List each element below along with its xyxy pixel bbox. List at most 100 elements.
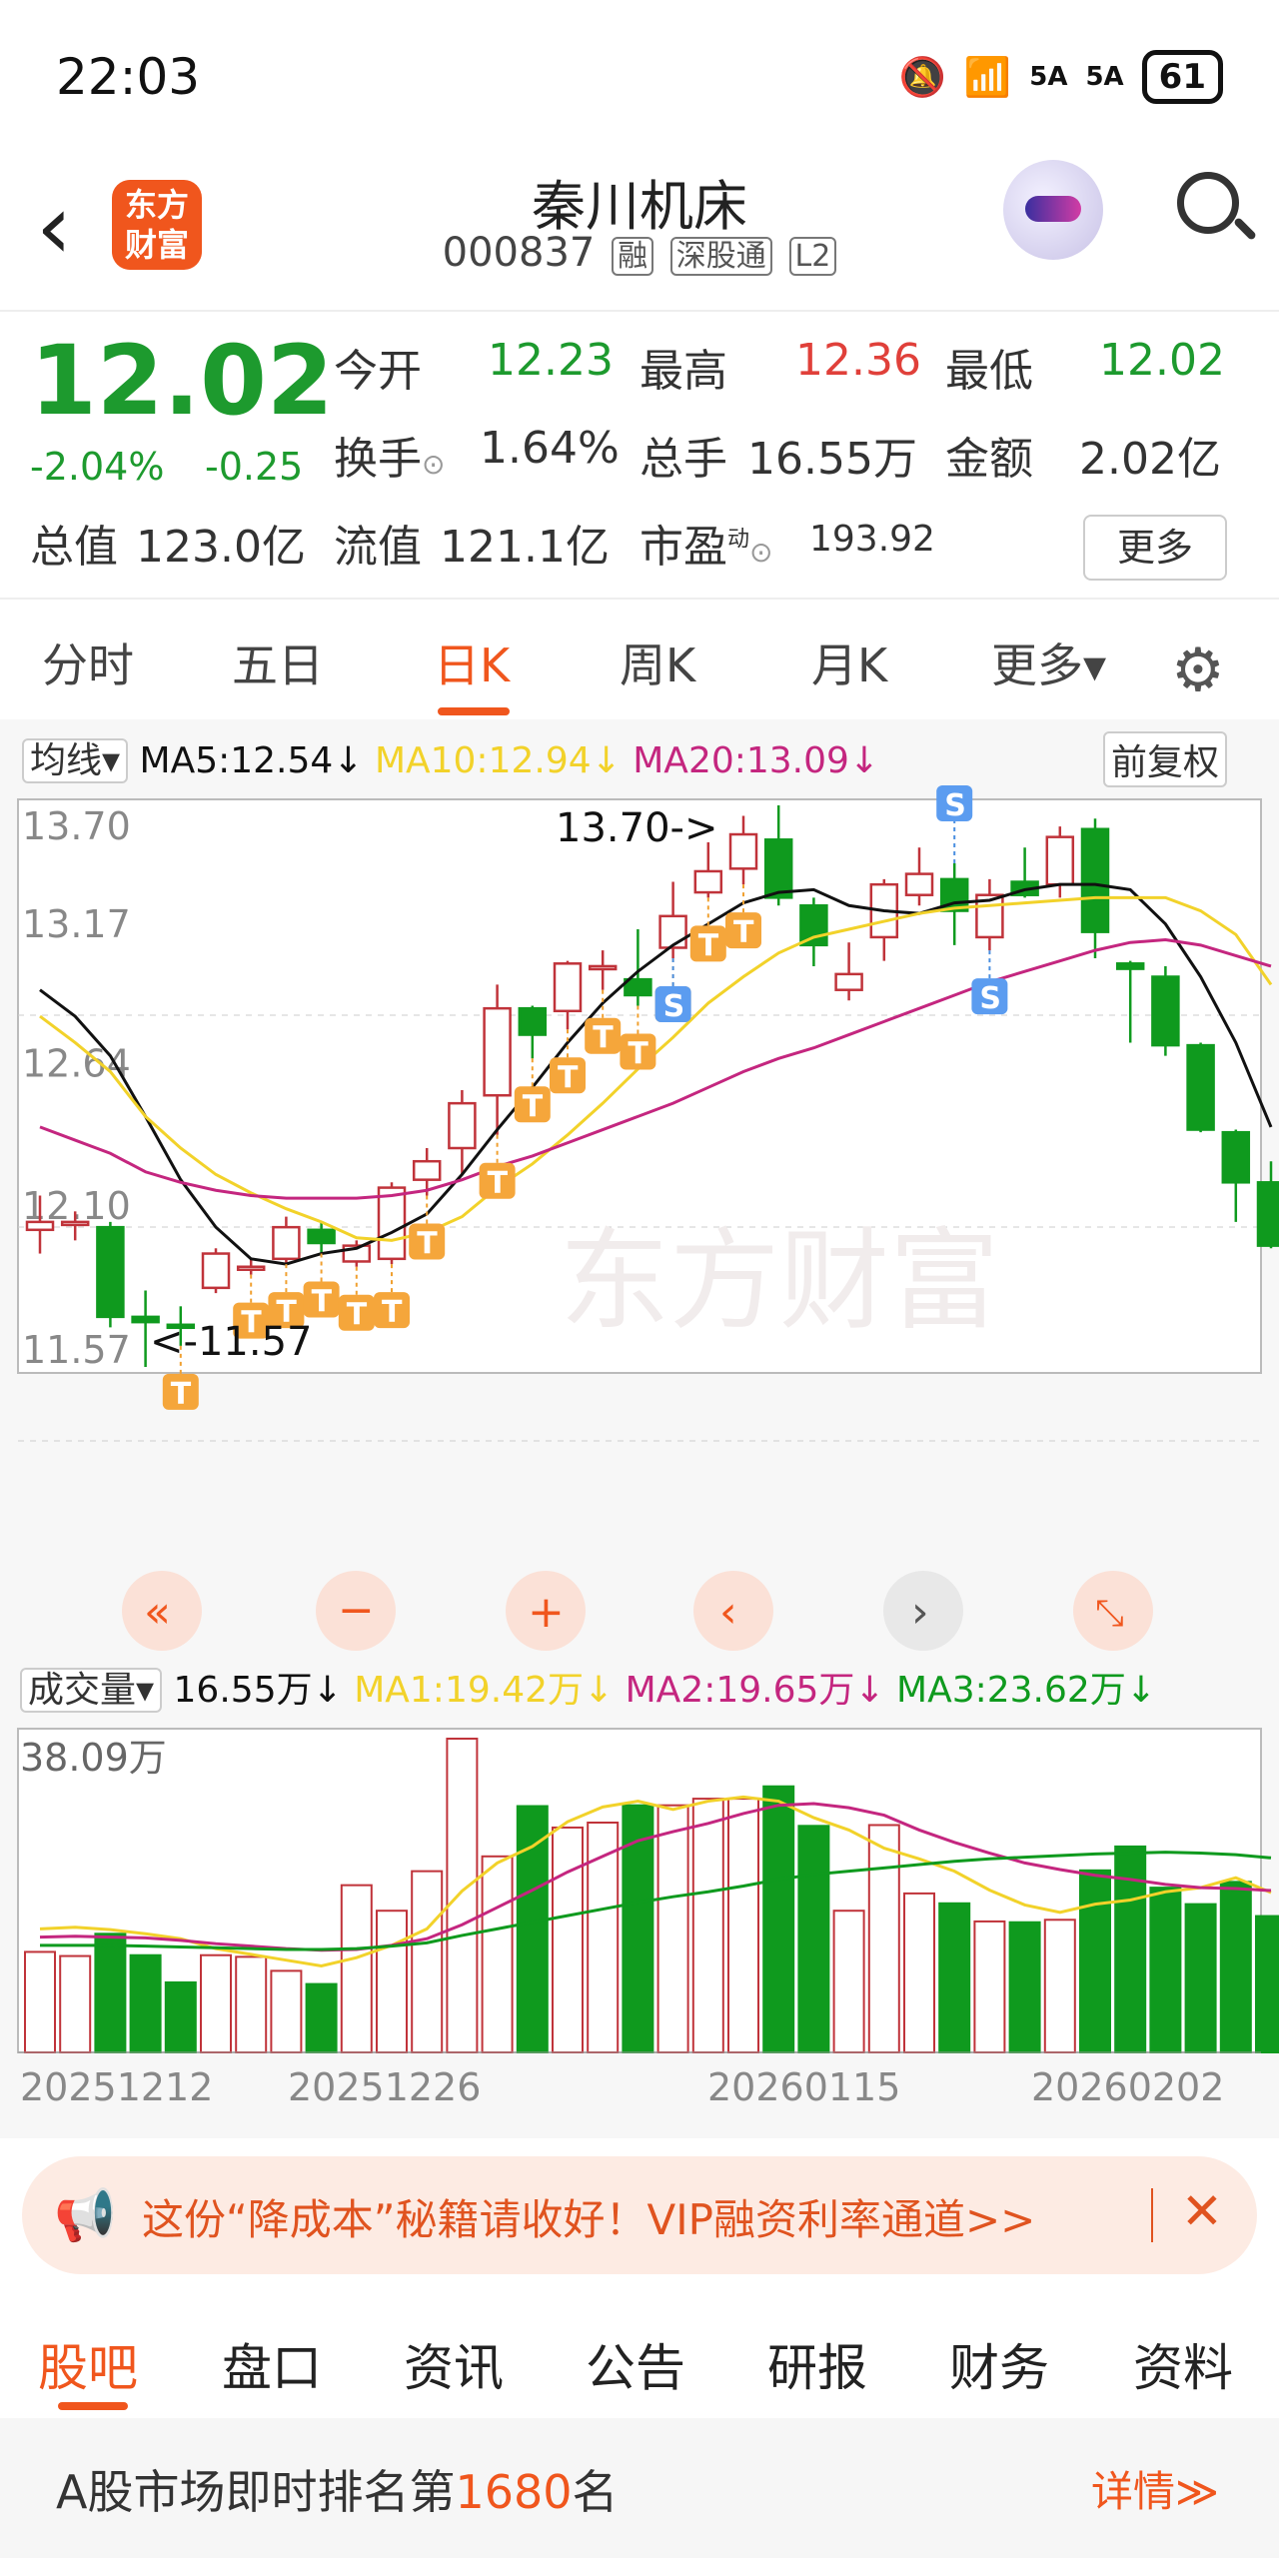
float-value: 121.1亿 xyxy=(440,522,610,573)
tab-financials[interactable]: 财务 xyxy=(949,2328,1049,2400)
volume-bar xyxy=(727,1798,759,2053)
candle-body xyxy=(588,964,618,971)
volume-bar xyxy=(797,1825,830,2053)
network-indicator-1: 5A xyxy=(1029,62,1068,92)
candle-body xyxy=(1151,975,1180,1047)
pe-label: 市盈动⊙ xyxy=(640,522,773,573)
tab-research[interactable]: 研报 xyxy=(767,2328,867,2400)
date-label: 20251226 xyxy=(288,2065,481,2109)
volume-max-label: 38.09万 xyxy=(20,1736,167,1780)
volume-bar xyxy=(691,1798,724,2053)
promo-text[interactable]: 这份“降成本”秘籍请收好！VIP融资利率通道>> xyxy=(142,2186,1035,2247)
volume-bar xyxy=(1255,1915,1279,2053)
wifi-icon: 📶 xyxy=(963,54,1012,99)
detail-link[interactable]: 详情≫ xyxy=(1091,2458,1219,2519)
candle-body xyxy=(448,1101,477,1150)
candle-body xyxy=(25,1220,55,1232)
market-rank-row[interactable]: A股市场即时排名第1680名 详情≫ xyxy=(0,2418,1279,2558)
volume-bar xyxy=(481,1855,514,2053)
candle-body xyxy=(377,1186,407,1261)
volume-value: 16.55万 xyxy=(747,434,917,485)
candle xyxy=(201,1248,231,1294)
open-value: 12.23 xyxy=(488,335,614,386)
volume-bar xyxy=(1008,1921,1041,2054)
battery-icon: 61 xyxy=(1141,50,1223,104)
t-signal-label: T xyxy=(523,1089,544,1124)
period-tabs: 分时 五日 日K 周K 月K 更多▾ ⚙ xyxy=(0,600,1279,719)
volume-bar xyxy=(762,1785,795,2053)
candle-body xyxy=(272,1225,301,1261)
vol-ma3-value: MA3:23.62万↓ xyxy=(896,1670,1156,1711)
network-indicator-2: 5A xyxy=(1085,62,1124,92)
turnover-value: 1.64% xyxy=(480,423,620,474)
date-label: 20251212 xyxy=(20,2065,213,2109)
close-icon[interactable]: ✕ xyxy=(1181,2182,1223,2240)
t-signal-label: T xyxy=(698,928,719,963)
vol-ma1-value: MA1:19.42万↓ xyxy=(354,1670,615,1711)
pe-value: 193.92 xyxy=(809,519,935,560)
tab-orderbook[interactable]: 盘口 xyxy=(222,2328,322,2400)
amount-value: 2.02亿 xyxy=(1079,434,1221,485)
change-percent: -2.04% xyxy=(30,445,165,489)
candle-body xyxy=(201,1252,231,1290)
s-signal-label: S xyxy=(944,788,966,823)
indicator-selector[interactable]: 成交量▾ xyxy=(20,1668,163,1713)
search-icon[interactable] xyxy=(1177,172,1239,234)
tab-news[interactable]: 资讯 xyxy=(404,2328,504,2400)
content-tabs: 股吧 盘口 资讯 公告 研报 财务 资料 xyxy=(0,2298,1279,2418)
candle-body xyxy=(763,838,793,899)
volume-bar xyxy=(164,1980,197,2053)
watermark: 东方财富 xyxy=(560,1217,999,1345)
candle-body xyxy=(658,914,687,949)
ai-assistant-icon[interactable] xyxy=(1003,160,1103,260)
kline-chart[interactable]: 东方财富 13.7013.1712.6412.1011.57 TT T T T TTTT… xyxy=(0,719,1279,2138)
candle-body xyxy=(553,962,583,1013)
rank-number: 1680 xyxy=(455,2465,573,2519)
tab-intraday[interactable]: 分时 xyxy=(42,630,134,695)
tab-five-day[interactable]: 五日 xyxy=(232,630,324,695)
tab-daily-k[interactable]: 日K xyxy=(434,630,510,695)
tab-forum[interactable]: 股吧 xyxy=(38,2328,138,2400)
info-icon: ⊙ xyxy=(749,536,773,569)
mktcap-label: 总值 xyxy=(30,522,118,573)
t-signal-label: T xyxy=(733,915,754,950)
candle-body xyxy=(412,1159,442,1181)
tab-profile[interactable]: 资料 xyxy=(1133,2328,1233,2400)
status-bar: 22:03 🔕 📶 5A 5A 61 xyxy=(0,0,1279,150)
gear-icon[interactable]: ⚙ xyxy=(1171,636,1225,705)
clock: 22:03 xyxy=(56,48,201,106)
s-signal-label: S xyxy=(979,981,1001,1016)
more-button[interactable]: 更多 xyxy=(1083,515,1227,581)
candle-body xyxy=(834,972,863,991)
plus-icon: + xyxy=(528,1587,565,1638)
tab-weekly-k[interactable]: 周K xyxy=(620,630,695,695)
tab-announcements[interactable]: 公告 xyxy=(586,2328,685,2400)
info-icon: ⊙ xyxy=(422,448,446,481)
promo-banner[interactable]: 📢 这份“降成本”秘籍请收好！VIP融资利率通道>> ✕ xyxy=(22,2156,1257,2274)
volume-bar xyxy=(622,1804,654,2054)
chart-area: 均线▾ MA5:12.54↓ MA10:12.94↓ MA20:13.09↓ 前… xyxy=(0,719,1279,2138)
volume-bar xyxy=(832,1910,865,2053)
tab-more[interactable]: 更多▾ xyxy=(991,630,1106,695)
tab-monthly-k[interactable]: 月K xyxy=(811,630,887,695)
volume-bar xyxy=(1219,1881,1252,2054)
active-tab-indicator xyxy=(438,707,510,715)
volume-bar xyxy=(305,1982,338,2054)
candle-body xyxy=(1256,1181,1279,1247)
divider xyxy=(0,310,1279,312)
t-signal-label: T xyxy=(312,1285,333,1320)
candle-body xyxy=(728,832,758,870)
volume-bar xyxy=(1043,1919,1076,2053)
volume-value: 16.55万↓ xyxy=(173,1670,343,1711)
volume-legend: 成交量▾ 16.55万↓ MA1:19.42万↓ MA2:19.65万↓ MA3… xyxy=(20,1661,1156,1713)
volume-bar xyxy=(973,1920,1006,2054)
candle-body xyxy=(1115,962,1145,970)
t-signal-label: T xyxy=(347,1298,368,1333)
candle-body xyxy=(236,1265,266,1271)
chart-controls: « − + ‹ › ⤡ xyxy=(122,1571,1153,1651)
candle-body xyxy=(1045,835,1075,886)
minus-icon: − xyxy=(338,1585,375,1636)
rank-text: A股市场即时排名第1680名 xyxy=(56,2465,619,2519)
candle-body xyxy=(799,904,828,947)
quote-panel: 12.02 -2.04% -0.25 今开 12.23 最高 12.36 最低 … xyxy=(0,315,1279,595)
